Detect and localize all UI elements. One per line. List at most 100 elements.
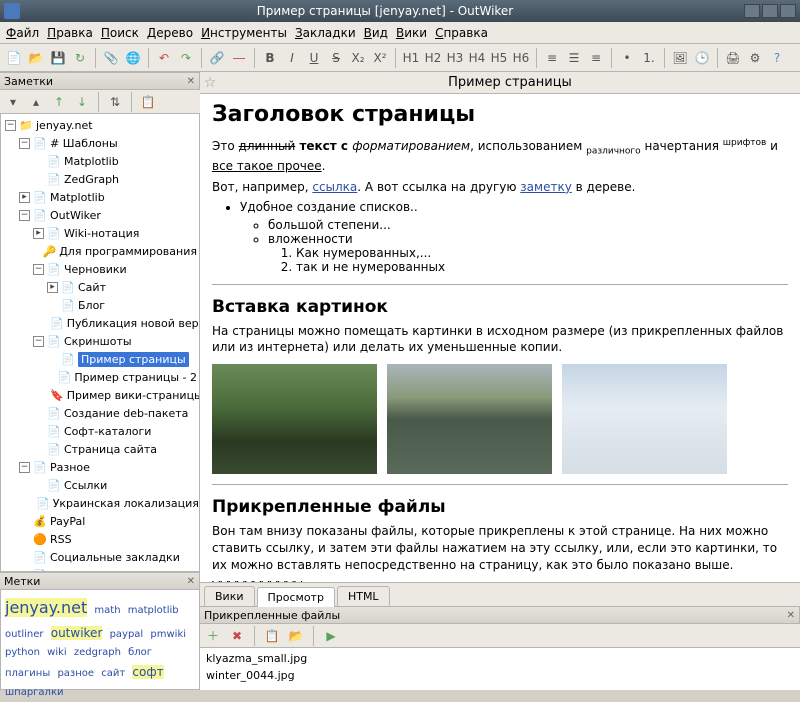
minimize-button[interactable] (744, 4, 760, 18)
tree-node[interactable]: 📄Пример страницы - 2 (3, 368, 197, 386)
tag-link[interactable]: math (94, 605, 120, 616)
image-icon[interactable]: 🖼 (670, 48, 690, 68)
tag-link[interactable]: jenyay.net (5, 598, 87, 617)
tree-node[interactable]: 📄Создание deb-пакета (3, 404, 197, 422)
tag-link[interactable]: разное (57, 668, 94, 679)
tag-link[interactable]: софт (132, 665, 163, 679)
tag-link[interactable]: zedgraph (74, 647, 121, 658)
attach-add-icon[interactable]: ＋ (203, 626, 223, 646)
tree-toggle-icon[interactable]: − (19, 210, 30, 221)
tree-node[interactable]: ▸📄Wiki-нотация (3, 224, 197, 242)
tag-link[interactable]: paypal (110, 629, 144, 640)
settings-icon[interactable]: ⚙ (745, 48, 765, 68)
tree-toggle-icon[interactable]: − (33, 336, 44, 347)
tree-toggle-icon[interactable]: − (19, 462, 30, 473)
tree-down-icon[interactable]: ↓ (72, 92, 92, 112)
menu-инструменты[interactable]: Инструменты (201, 26, 287, 40)
tree-node[interactable]: −📁jenyay.net (3, 116, 197, 134)
menu-вики[interactable]: Вики (396, 26, 427, 40)
h1-icon[interactable]: H1 (401, 48, 421, 68)
tree-toggle-icon[interactable]: − (5, 120, 16, 131)
save-icon[interactable]: 💾 (48, 48, 68, 68)
tag-link[interactable]: matplotlib (128, 605, 179, 616)
tree-node[interactable]: −📄Скриншоты (3, 332, 197, 350)
tree-node[interactable]: 📄Блог (3, 296, 197, 314)
menu-правка[interactable]: Правка (47, 26, 93, 40)
h4-icon[interactable]: H4 (467, 48, 487, 68)
note-link[interactable]: заметку (520, 180, 572, 194)
tree-toggle-icon[interactable]: − (19, 138, 30, 149)
tree-toggle-icon[interactable]: − (33, 264, 44, 275)
undo-icon[interactable]: ↶ (154, 48, 174, 68)
tree-node[interactable]: 🔑Для программирования (3, 242, 197, 260)
new-icon[interactable]: 📄 (4, 48, 24, 68)
redo-icon[interactable]: ↷ (176, 48, 196, 68)
tree-node[interactable]: 💰PayPal (3, 512, 197, 530)
align-right-icon[interactable]: ≡ (586, 48, 606, 68)
tree-toggle-icon[interactable]: ▸ (19, 192, 30, 203)
tree-node[interactable]: −📄OutWiker (3, 206, 197, 224)
tree-node[interactable]: 📄ZedGraph (3, 170, 197, 188)
tree-props-icon[interactable]: 📋 (138, 92, 158, 112)
reload-icon[interactable]: ↻ (70, 48, 90, 68)
attach-run-icon[interactable]: ▶ (321, 626, 341, 646)
tree-sort-icon[interactable]: ⇅ (105, 92, 125, 112)
panel-close-icon[interactable]: ✕ (787, 610, 795, 621)
tree-node[interactable]: 📄Софт-каталоги (3, 422, 197, 440)
h5-icon[interactable]: H5 (489, 48, 509, 68)
date-icon[interactable]: 🕒 (692, 48, 712, 68)
notes-tree[interactable]: −📁jenyay.net−📄# Шаблоны📄Matplotlib📄ZedGr… (0, 114, 200, 572)
attach-icon[interactable]: 📎 (101, 48, 121, 68)
h2-icon[interactable]: H2 (423, 48, 443, 68)
bookmark-star-icon[interactable]: ☆ (200, 75, 220, 91)
tag-link[interactable]: outwiker (51, 626, 103, 640)
attach-paste-icon[interactable]: 📋 (262, 626, 282, 646)
tag-link[interactable]: блог (128, 647, 152, 658)
tree-node[interactable]: 🟠RSS (3, 530, 197, 548)
tree-node[interactable]: 📄Публикация новой версии (3, 314, 197, 332)
attach-open-icon[interactable]: 📂 (286, 626, 306, 646)
tag-link[interactable]: python (5, 647, 40, 658)
align-center-icon[interactable]: ☰ (564, 48, 584, 68)
global-icon[interactable]: 🌐 (123, 48, 143, 68)
attach-file-item[interactable]: klyazma_small.jpg (206, 650, 794, 667)
panel-close-icon[interactable]: ✕ (187, 76, 195, 87)
tree-node[interactable]: 📄Украинская локализация (3, 494, 197, 512)
tree-node[interactable]: ▸📄Сайт (3, 278, 197, 296)
sub-icon[interactable]: X₂ (348, 48, 368, 68)
tab-html[interactable]: HTML (337, 586, 390, 606)
tree-node[interactable]: ▸📄Matplotlib (3, 188, 197, 206)
tree-toggle-icon[interactable]: ▸ (33, 228, 44, 239)
tree-node[interactable]: 📄Matplotlib (3, 152, 197, 170)
maximize-button[interactable] (762, 4, 778, 18)
strike-icon[interactable]: S (326, 48, 346, 68)
menu-файл[interactable]: Файл (6, 26, 39, 40)
tree-toggle-icon[interactable]: ▸ (47, 282, 58, 293)
tab-просмотр[interactable]: Просмотр (257, 587, 335, 607)
menu-вид[interactable]: Вид (364, 26, 388, 40)
tree-node[interactable]: −📄Черновики (3, 260, 197, 278)
h6-icon[interactable]: H6 (511, 48, 531, 68)
link-icon[interactable]: 🔗 (207, 48, 227, 68)
tree-node[interactable]: 📄Ссылки (3, 476, 197, 494)
tree-node[interactable]: 📄Пример страницы (3, 350, 197, 368)
hr-icon[interactable]: ― (229, 48, 249, 68)
tag-link[interactable]: pmwiki (150, 629, 186, 640)
close-button[interactable] (780, 4, 796, 18)
underline-icon[interactable]: U (304, 48, 324, 68)
tree-node[interactable]: 📄Социальные закладки (3, 548, 197, 566)
numlist-icon[interactable]: 1. (639, 48, 659, 68)
tag-link[interactable]: шпаргалки (5, 687, 63, 698)
tab-вики[interactable]: Вики (204, 586, 255, 606)
panel-close-icon[interactable]: ✕ (187, 576, 195, 587)
tree-node[interactable]: −📄# Шаблоны (3, 134, 197, 152)
menu-закладки[interactable]: Закладки (295, 26, 356, 40)
sup-icon[interactable]: X² (370, 48, 390, 68)
tree-node[interactable]: −📄Разное (3, 458, 197, 476)
align-left-icon[interactable]: ≡ (542, 48, 562, 68)
tag-link[interactable]: сайт (101, 668, 125, 679)
tree-node[interactable]: 🔖Пример вики-страницы (3, 386, 197, 404)
bold-icon[interactable]: B (260, 48, 280, 68)
menu-поиск[interactable]: Поиск (101, 26, 139, 40)
attach-remove-icon[interactable]: ✖ (227, 626, 247, 646)
